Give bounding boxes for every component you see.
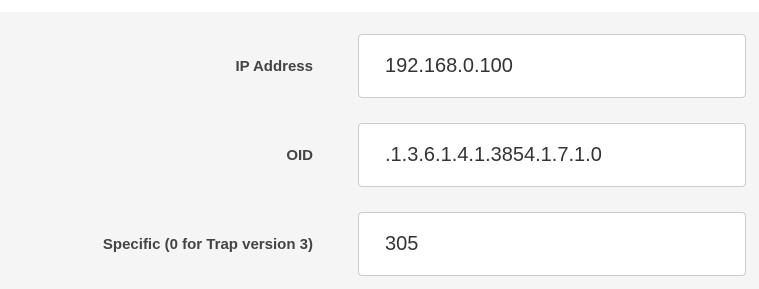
oid-input[interactable] <box>358 123 746 187</box>
oid-row: OID <box>0 123 759 189</box>
specific-label: Specific (0 for Trap version 3) <box>102 236 313 253</box>
ip-address-input[interactable] <box>358 34 746 98</box>
ip-address-row: IP Address <box>0 34 759 100</box>
form-panel: IP Address OID Specific (0 for Trap vers… <box>0 12 759 289</box>
oid-label: OID <box>286 147 313 164</box>
ip-address-label: IP Address <box>235 58 313 75</box>
specific-row: Specific (0 for Trap version 3) <box>0 212 759 278</box>
specific-input[interactable] <box>358 212 746 276</box>
